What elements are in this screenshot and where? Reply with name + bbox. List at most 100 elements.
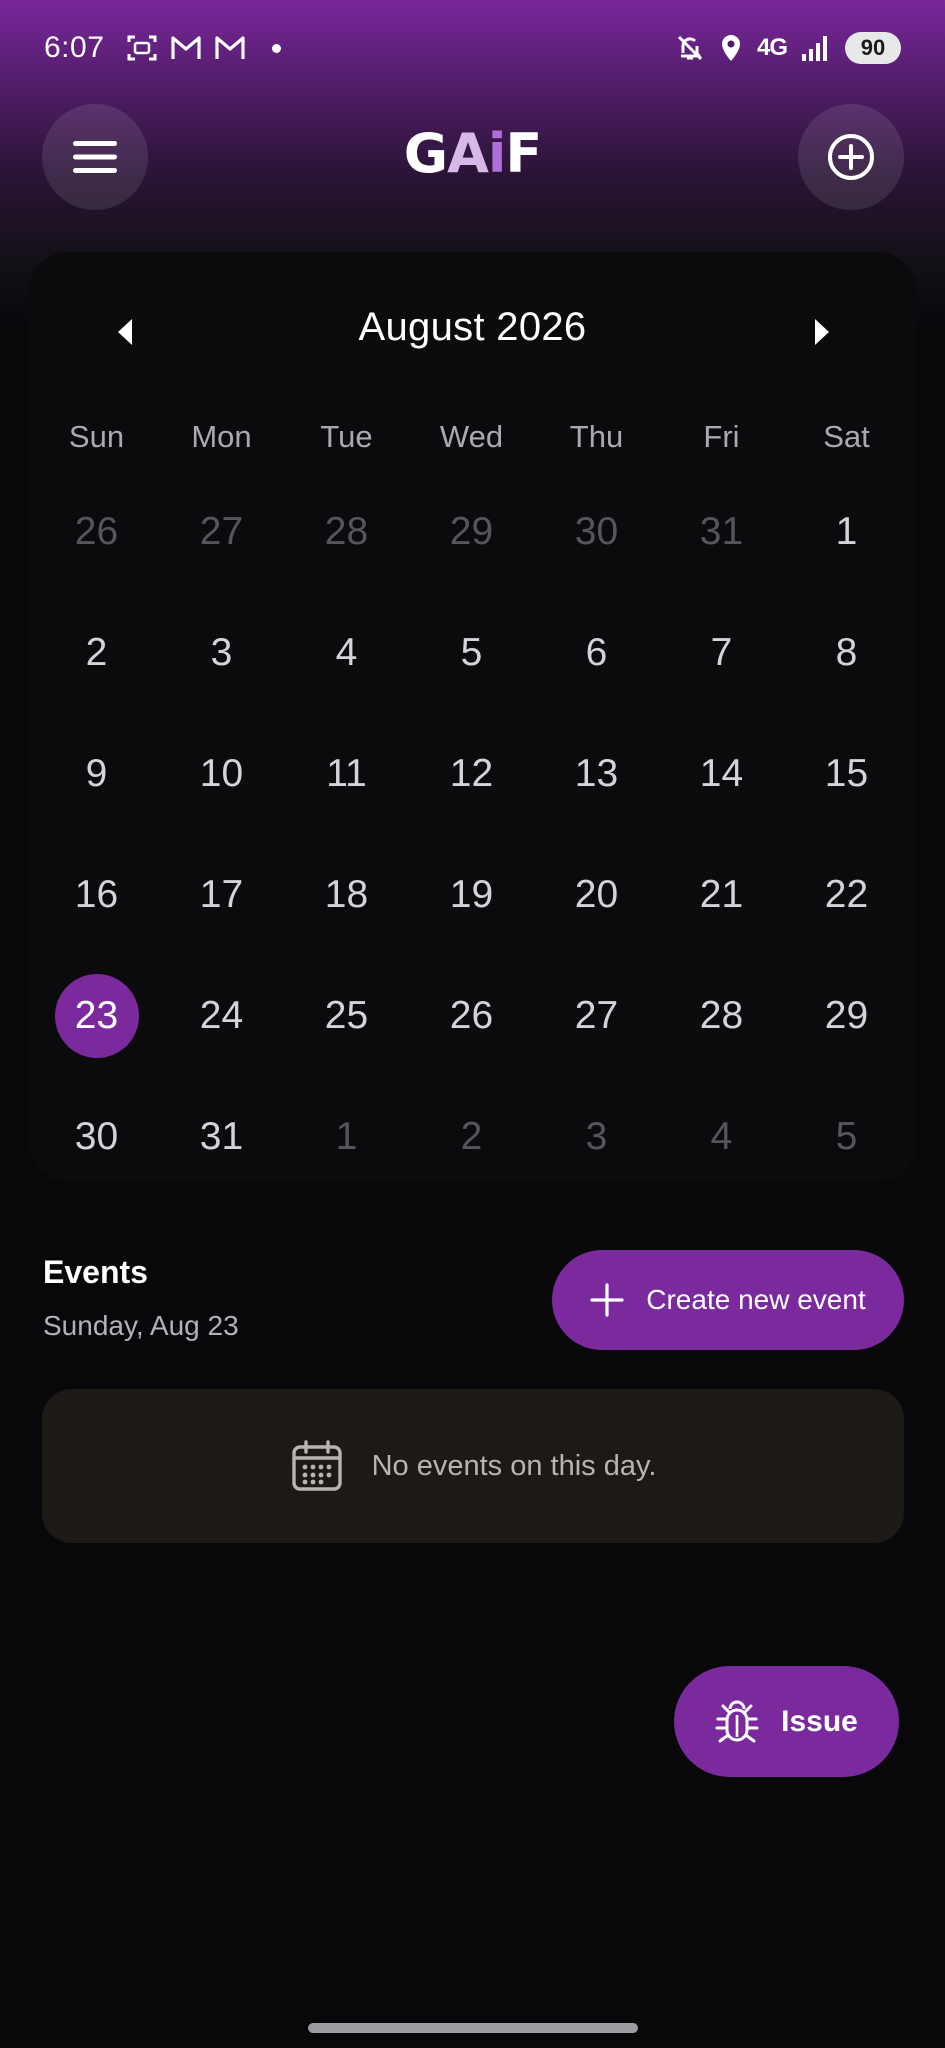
weekday-label: Sun bbox=[68, 419, 125, 454]
day-number: 16 bbox=[74, 873, 119, 916]
logo-letter-a: A bbox=[447, 122, 489, 185]
caret-left-icon bbox=[118, 319, 132, 345]
next-month-button[interactable] bbox=[792, 302, 852, 362]
add-circle-icon bbox=[828, 134, 874, 180]
day-number: 31 bbox=[699, 510, 744, 553]
day-number: 11 bbox=[326, 752, 367, 795]
calendar-day-cell[interactable]: 31 bbox=[659, 490, 784, 611]
calendar-day-cell[interactable]: 30 bbox=[34, 1095, 159, 1216]
day-number: 6 bbox=[585, 631, 608, 674]
calendar-day-cell[interactable]: 28 bbox=[659, 974, 784, 1095]
calendar-day-cell[interactable]: 20 bbox=[534, 853, 659, 974]
app-bar: GAiF bbox=[0, 104, 945, 212]
add-button[interactable] bbox=[798, 104, 904, 210]
day-number: 18 bbox=[324, 873, 369, 916]
day-number: 3 bbox=[210, 631, 233, 674]
calendar-day-cell[interactable]: 30 bbox=[534, 490, 659, 611]
plus-icon bbox=[590, 1283, 624, 1317]
calendar-day-cell[interactable]: 7 bbox=[659, 611, 784, 732]
day-number: 20 bbox=[574, 873, 619, 916]
calendar-card: August 2026 Sun Mon Tue Wed Thu Fri Sat 26 27 28… bbox=[28, 252, 917, 1182]
calendar-day-cell[interactable]: 8 bbox=[784, 611, 909, 732]
calendar-day-cell[interactable]: 24 bbox=[159, 974, 284, 1095]
calendar-day-cell[interactable]: 26 bbox=[409, 974, 534, 1095]
calendar-day-cell[interactable]: 11 bbox=[284, 732, 409, 853]
day-number: 4 bbox=[710, 1115, 733, 1158]
calendar-day-cell[interactable]: 3 bbox=[159, 611, 284, 732]
report-issue-label: Issue bbox=[781, 1704, 858, 1738]
day-number: 2 bbox=[85, 631, 108, 674]
calendar-day-cell[interactable]: 29 bbox=[784, 974, 909, 1095]
calendar-day-cell[interactable]: 17 bbox=[159, 853, 284, 974]
calendar-day-cell[interactable]: 29 bbox=[409, 490, 534, 611]
previous-month-button[interactable] bbox=[95, 302, 155, 362]
calendar-day-cell[interactable]: 5 bbox=[784, 1095, 909, 1216]
day-number: 5 bbox=[460, 631, 483, 674]
calendar-day-cell[interactable]: 2 bbox=[409, 1095, 534, 1216]
calendar-day-cell[interactable]: 31 bbox=[159, 1095, 284, 1216]
day-number: 28 bbox=[324, 510, 369, 553]
calendar-day-cell[interactable]: 27 bbox=[534, 974, 659, 1095]
calendar-day-cell[interactable]: 26 bbox=[34, 490, 159, 611]
home-indicator-bar[interactable] bbox=[308, 2023, 638, 2033]
calendar-day-cell[interactable]: 22 bbox=[784, 853, 909, 974]
day-number: 15 bbox=[824, 752, 869, 795]
calendar-header: August 2026 bbox=[28, 252, 917, 402]
day-number: 13 bbox=[574, 752, 619, 795]
calendar-day-cell[interactable]: 5 bbox=[409, 611, 534, 732]
calendar-day-cell[interactable]: 23 bbox=[34, 974, 159, 1095]
network-type: 4G bbox=[756, 34, 788, 61]
day-number: 31 bbox=[199, 1115, 244, 1158]
status-notification-icons bbox=[126, 33, 282, 63]
screenshot-icon bbox=[127, 35, 157, 61]
report-issue-button[interactable]: Issue bbox=[674, 1666, 899, 1777]
events-heading: Events bbox=[43, 1254, 148, 1290]
calendar-day-cell[interactable]: 15 bbox=[784, 732, 909, 853]
calendar-day-cell[interactable]: 10 bbox=[159, 732, 284, 853]
calendar-day-cell[interactable]: 4 bbox=[659, 1095, 784, 1216]
day-number: 9 bbox=[85, 752, 108, 795]
calendar-days-grid: 26 27 28 29 30 31 1 2 3 4 5 6 7 8 9 10 11 12 13 14 15 16 17 18 1… bbox=[34, 490, 909, 1216]
day-number: 2 bbox=[460, 1115, 483, 1158]
gmail-icon bbox=[171, 36, 201, 59]
day-number: 10 bbox=[199, 752, 244, 795]
calendar-day-cell[interactable]: 25 bbox=[284, 974, 409, 1095]
day-number: 24 bbox=[199, 994, 244, 1037]
bug-icon bbox=[715, 1700, 759, 1742]
day-number: 12 bbox=[449, 752, 494, 795]
status-system-icons: 4G 90 bbox=[675, 32, 901, 64]
day-number: 4 bbox=[335, 631, 358, 674]
calendar-day-cell[interactable]: 27 bbox=[159, 490, 284, 611]
calendar-day-cell[interactable]: 1 bbox=[284, 1095, 409, 1216]
calendar-day-cell[interactable]: 4 bbox=[284, 611, 409, 732]
calendar-day-cell[interactable]: 18 bbox=[284, 853, 409, 974]
day-number: 27 bbox=[574, 994, 619, 1037]
calendar-day-cell[interactable]: 9 bbox=[34, 732, 159, 853]
calendar-day-cell[interactable]: 16 bbox=[34, 853, 159, 974]
calendar-day-cell[interactable]: 19 bbox=[409, 853, 534, 974]
calendar-day-cell[interactable]: 3 bbox=[534, 1095, 659, 1216]
month-title: August 2026 bbox=[358, 304, 587, 349]
day-number: 28 bbox=[699, 994, 744, 1037]
events-selected-date: Sunday, Aug 23 bbox=[43, 1310, 239, 1341]
calendar-day-cell[interactable]: 28 bbox=[284, 490, 409, 611]
calendar-day-cell[interactable]: 2 bbox=[34, 611, 159, 732]
calendar-day-cell[interactable]: 14 bbox=[659, 732, 784, 853]
day-number: 19 bbox=[449, 873, 494, 916]
calendar-day-cell[interactable]: 21 bbox=[659, 853, 784, 974]
logo-letter-g: G bbox=[403, 122, 448, 185]
calendar-day-cell[interactable]: 6 bbox=[534, 611, 659, 732]
weekday-header-row: Sun Mon Tue Wed Thu Fri Sat bbox=[34, 392, 909, 482]
signal-icon bbox=[802, 36, 827, 61]
more-notifications-dot bbox=[272, 43, 282, 53]
day-number: 27 bbox=[199, 510, 244, 553]
create-new-event-button[interactable]: Create new event bbox=[552, 1250, 904, 1350]
calendar-day-cell[interactable]: 13 bbox=[534, 732, 659, 853]
day-number: 3 bbox=[585, 1115, 608, 1158]
calendar-day-cell[interactable]: 12 bbox=[409, 732, 534, 853]
day-number: 29 bbox=[824, 994, 869, 1037]
calendar-day-cell[interactable]: 1 bbox=[784, 490, 909, 611]
logo-letter-i: i bbox=[487, 122, 506, 185]
day-number: 7 bbox=[710, 631, 733, 674]
day-number: 25 bbox=[324, 994, 369, 1037]
